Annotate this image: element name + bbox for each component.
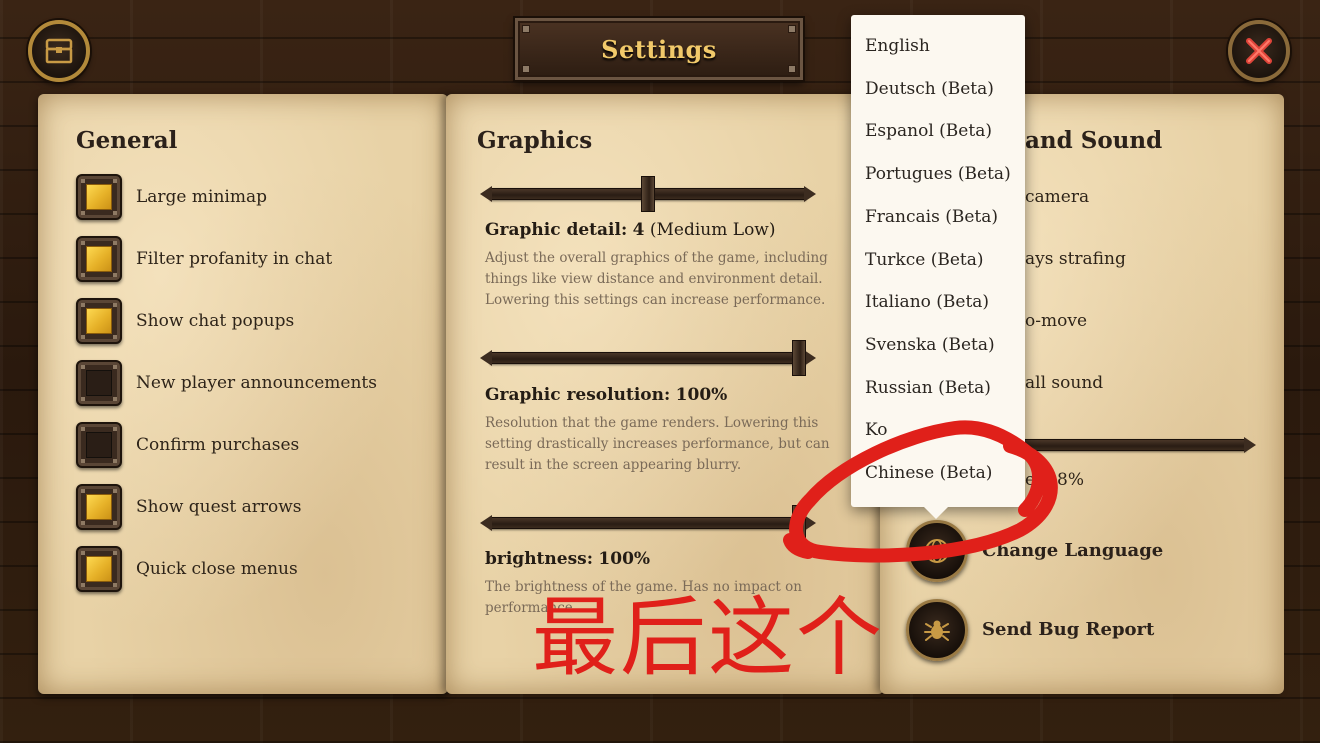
sound-option-3[interactable]: o-move — [1025, 311, 1087, 331]
general-option-label: Show chat popups — [136, 311, 295, 331]
brightness-slider-handle[interactable] — [792, 505, 806, 541]
page-title: Settings — [601, 34, 717, 64]
general-option-label: Show quest arrows — [136, 497, 302, 517]
general-option[interactable]: Show quest arrows — [76, 484, 302, 530]
checkbox[interactable] — [76, 236, 122, 282]
checkbox[interactable] — [76, 174, 122, 220]
annotation-text: 最后这个 — [532, 588, 884, 688]
general-panel: General Large minimap Filter profanity in… — [38, 94, 448, 694]
volume-label: e: 18% — [1025, 470, 1084, 490]
general-option[interactable]: Filter profanity in chat — [76, 236, 332, 282]
change-language-label[interactable]: Change Language — [982, 540, 1163, 561]
globe-icon — [925, 539, 949, 563]
general-option-label: New player announcements — [136, 373, 377, 393]
graphic-resolution-label: Graphic resolution: 100% — [485, 385, 728, 405]
brightness-slider[interactable] — [480, 505, 816, 541]
language-option[interactable]: Russian (Beta) — [865, 378, 991, 398]
chest-icon — [45, 38, 73, 64]
settings-title-plate: Settings — [513, 16, 805, 82]
checkbox[interactable] — [76, 546, 122, 592]
general-option-label: Quick close menus — [136, 559, 298, 579]
general-option[interactable]: Quick close menus — [76, 546, 298, 592]
checkbox[interactable] — [76, 298, 122, 344]
graphic-detail-label: Graphic detail: 4 (Medium Low) — [485, 220, 776, 240]
checkbox[interactable] — [76, 484, 122, 530]
general-option[interactable]: New player announcements — [76, 360, 377, 406]
checkbox[interactable] — [76, 360, 122, 406]
graphics-heading: Graphics — [477, 127, 593, 154]
graphic-resolution-description: Resolution that the game renders. Loweri… — [485, 415, 830, 473]
general-option-label: Filter profanity in chat — [136, 249, 333, 269]
general-option[interactable]: Large minimap — [76, 174, 267, 220]
brightness-label: brightness: 100% — [485, 549, 651, 569]
language-option[interactable]: Espanol (Beta) — [865, 121, 992, 141]
close-button[interactable] — [1228, 20, 1290, 82]
general-option-label: Confirm purchases — [136, 435, 300, 455]
graphic-detail-slider[interactable] — [480, 176, 816, 212]
checkbox[interactable] — [76, 422, 122, 468]
language-option[interactable]: Francais (Beta) — [865, 207, 998, 227]
general-heading: General — [76, 127, 178, 154]
graphic-resolution-slider-handle[interactable] — [792, 340, 806, 376]
language-option[interactable]: Portugues (Beta) — [865, 164, 1011, 184]
graphic-detail-slider-handle[interactable] — [641, 176, 655, 212]
bug-icon — [924, 620, 950, 641]
sound-option-1[interactable]: camera — [1025, 187, 1089, 207]
sound-option-4[interactable]: all sound — [1025, 373, 1103, 393]
language-option[interactable]: Ko — [865, 420, 887, 440]
sound-option-2[interactable]: ays strafing — [1025, 249, 1126, 269]
language-option[interactable]: Deutsch (Beta) — [865, 79, 994, 99]
language-option[interactable]: English — [865, 36, 930, 56]
language-option[interactable]: Italiano (Beta) — [865, 292, 989, 312]
close-icon — [1246, 38, 1272, 64]
volume-slider[interactable] — [1008, 433, 1256, 457]
inventory-chest-button[interactable] — [28, 20, 90, 82]
sound-heading: and Sound — [1025, 127, 1163, 154]
send-bug-report-button[interactable] — [906, 599, 968, 661]
general-option[interactable]: Confirm purchases — [76, 422, 299, 468]
change-language-button[interactable] — [906, 520, 968, 582]
graphic-detail-description: Adjust the overall graphics of the game,… — [485, 250, 828, 308]
language-option[interactable]: Turkce (Beta) — [865, 250, 984, 270]
language-dropdown: English Deutsch (Beta) Espanol (Beta) Portu… — [851, 15, 1025, 519]
general-option-label: Large minimap — [136, 187, 267, 207]
language-option[interactable]: Chinese (Beta) — [865, 463, 992, 483]
language-option[interactable]: Svenska (Beta) — [865, 335, 995, 355]
general-option[interactable]: Show chat popups — [76, 298, 294, 344]
send-bug-report-label[interactable]: Send Bug Report — [982, 619, 1154, 640]
graphic-resolution-slider[interactable] — [480, 340, 816, 376]
